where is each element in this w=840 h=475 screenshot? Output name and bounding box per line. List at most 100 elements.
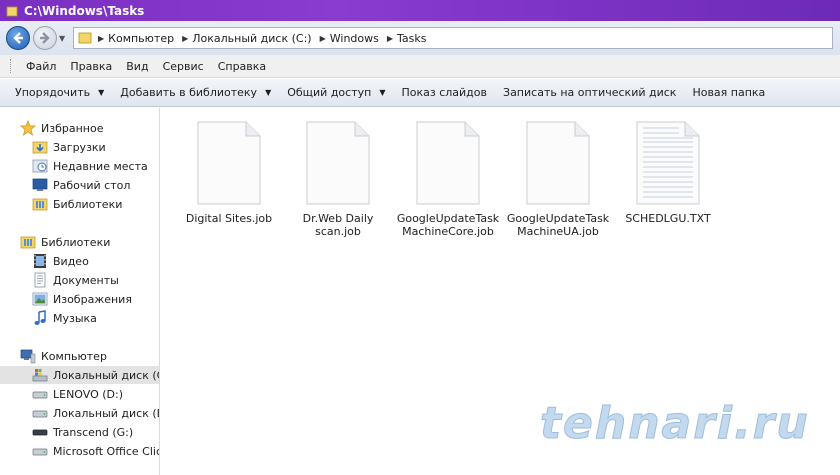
navigation-pane[interactable]: Избранное Загрузки Недавние места Рабочи… — [0, 108, 160, 475]
libraries-icon — [20, 236, 36, 249]
organize-button[interactable]: Упорядочить ▼ — [7, 86, 112, 99]
organize-label: Упорядочить — [15, 86, 91, 99]
arrow-left-icon — [13, 32, 23, 44]
forward-button[interactable] — [33, 26, 57, 50]
libraries-icon — [32, 198, 48, 211]
sidebar-item-libraries-fav[interactable]: Библиотеки — [0, 195, 159, 213]
sidebar-item-drive-d[interactable]: LENOVO (D:) — [0, 385, 159, 403]
address-bar[interactable]: ▶ Компьютер ▶ Локальный диск (C:) ▶ Windows… — [73, 27, 833, 49]
add-to-library-button[interactable]: Добавить в библиотеку ▼ — [112, 86, 279, 99]
file-item-drweb-daily-scan[interactable]: Dr.Web Daily scan.job — [286, 120, 390, 238]
new-folder-label: Новая папка — [692, 86, 766, 99]
sidebar-item-drive-c[interactable]: Локальный диск (C:) — [0, 366, 159, 384]
sidebar-item-label: Видео — [53, 254, 89, 268]
sidebar-item-pictures[interactable]: Изображения — [0, 290, 159, 308]
folder-icon — [6, 6, 18, 16]
file-name-line: SCHEDLGU.TXT — [625, 212, 711, 225]
chevron-down-icon: ▼ — [379, 88, 386, 97]
blank-file-icon — [416, 121, 480, 205]
sidebar-group-computer[interactable]: Компьютер — [0, 347, 159, 365]
sidebar-item-label: Недавние места — [53, 159, 148, 173]
breadcrumb-drive-c[interactable]: ▶ Локальный диск (C:) — [182, 32, 312, 45]
menu-file[interactable]: Файл — [19, 60, 63, 73]
menu-tools[interactable]: Сервис — [156, 60, 211, 73]
sidebar-group-label: Избранное — [41, 121, 104, 135]
breadcrumb-separator-icon[interactable]: ▶ — [387, 34, 393, 43]
sidebar-item-office-drive[interactable]: Microsoft Office Click-t — [0, 442, 159, 460]
sidebar-item-documents[interactable]: Документы — [0, 271, 159, 289]
sidebar-group-favorites[interactable]: Избранное — [0, 119, 159, 137]
watermark: tehnari.ru — [540, 398, 810, 450]
sidebar-item-label: Transcend (G:) — [53, 425, 134, 439]
file-name-line: GoogleUpdateTask — [506, 212, 610, 225]
text-file-icon — [636, 121, 700, 205]
sidebar-item-label: Загрузки — [53, 140, 106, 154]
sidebar-item-downloads[interactable]: Загрузки — [0, 138, 159, 156]
file-item-schedlgu[interactable]: SCHEDLGU.TXT — [616, 120, 720, 225]
downloads-folder-icon — [32, 141, 48, 154]
breadcrumb-separator-icon[interactable]: ▶ — [98, 34, 104, 43]
add-to-library-label: Добавить в библиотеку — [120, 86, 258, 99]
breadcrumb-computer[interactable]: ▶ Компьютер — [98, 32, 174, 45]
sidebar-item-recent-places[interactable]: Недавние места — [0, 157, 159, 175]
arrow-right-icon — [40, 32, 50, 44]
file-name-line: GoogleUpdateTask — [396, 212, 500, 225]
file-name: GoogleUpdateTask MachineCore.job — [396, 212, 500, 238]
window-title: C:\Windows\Tasks — [24, 3, 145, 18]
file-name: Digital Sites.job — [177, 212, 281, 225]
sidebar-item-label: Библиотеки — [53, 197, 123, 211]
desktop-icon — [32, 178, 48, 191]
address-row: ▼ ▶ Компьютер ▶ Локальный диск (C:) ▶ Windo… — [0, 21, 840, 55]
music-note-icon — [34, 310, 46, 325]
breadcrumb-separator-icon[interactable]: ▶ — [320, 34, 326, 43]
title-bar[interactable]: C:\Windows\Tasks — [0, 0, 840, 21]
file-item-googleupdate-ua[interactable]: GoogleUpdateTask MachineUA.job — [506, 120, 610, 238]
sidebar-item-label: Документы — [53, 273, 119, 287]
sidebar-item-video[interactable]: Видео — [0, 252, 159, 270]
slideshow-label: Показ слайдов — [401, 86, 488, 99]
sidebar-item-drive-e[interactable]: Локальный диск (E:) — [0, 404, 160, 422]
system-drive-icon — [32, 369, 48, 382]
sidebar-item-label: Локальный диск (E:) — [53, 406, 160, 420]
breadcrumb-label: Локальный диск (C:) — [192, 31, 312, 45]
documents-icon — [34, 272, 46, 288]
back-button[interactable] — [6, 26, 30, 50]
file-item-digital-sites[interactable]: Digital Sites.job — [177, 120, 281, 225]
computer-icon — [20, 349, 36, 364]
menu-bar: Файл Правка Вид Сервис Справка — [0, 55, 840, 78]
share-button[interactable]: Общий доступ ▼ — [279, 86, 393, 99]
burn-label: Записать на оптический диск — [503, 86, 677, 99]
file-name: Dr.Web Daily scan.job — [286, 212, 390, 238]
file-item-googleupdate-core[interactable]: GoogleUpdateTask MachineCore.job — [396, 120, 500, 238]
share-label: Общий доступ — [287, 86, 372, 99]
folder-icon — [78, 32, 92, 44]
sidebar-item-label: LENOVO (D:) — [53, 387, 124, 401]
menu-edit[interactable]: Правка — [63, 60, 119, 73]
new-folder-button[interactable]: Новая папка — [684, 86, 773, 99]
file-name-line: scan.job — [315, 225, 361, 238]
sidebar-group-libraries[interactable]: Библиотеки — [0, 233, 159, 251]
sidebar-item-label: Музыка — [53, 311, 97, 325]
slideshow-button[interactable]: Показ слайдов — [393, 86, 495, 99]
breadcrumb-tasks[interactable]: ▶ Tasks — [387, 32, 427, 45]
menu-help[interactable]: Справка — [211, 60, 273, 73]
video-icon — [34, 254, 46, 268]
sidebar-item-music[interactable]: Музыка — [0, 309, 159, 327]
chevron-down-icon: ▼ — [98, 88, 105, 97]
file-name-line: Digital Sites.job — [185, 212, 273, 225]
breadcrumb-label: Tasks — [397, 31, 427, 45]
blank-file-icon — [306, 121, 370, 205]
sidebar-item-desktop[interactable]: Рабочий стол — [0, 176, 159, 194]
menu-grip — [10, 59, 13, 73]
breadcrumb-separator-icon[interactable]: ▶ — [182, 34, 188, 43]
sidebar-item-label: Изображения — [53, 292, 132, 306]
burn-button[interactable]: Записать на оптический диск — [495, 86, 684, 99]
file-name: SCHEDLGU.TXT — [616, 212, 720, 225]
sidebar-group-label: Библиотеки — [41, 235, 111, 249]
recent-places-icon — [32, 159, 48, 173]
menu-view[interactable]: Вид — [119, 60, 155, 73]
breadcrumb-windows[interactable]: ▶ Windows — [320, 32, 379, 45]
sidebar-item-drive-g[interactable]: Transcend (G:) — [0, 423, 159, 441]
recent-pages-dropdown[interactable]: ▼ — [59, 34, 69, 43]
pictures-icon — [32, 292, 48, 306]
